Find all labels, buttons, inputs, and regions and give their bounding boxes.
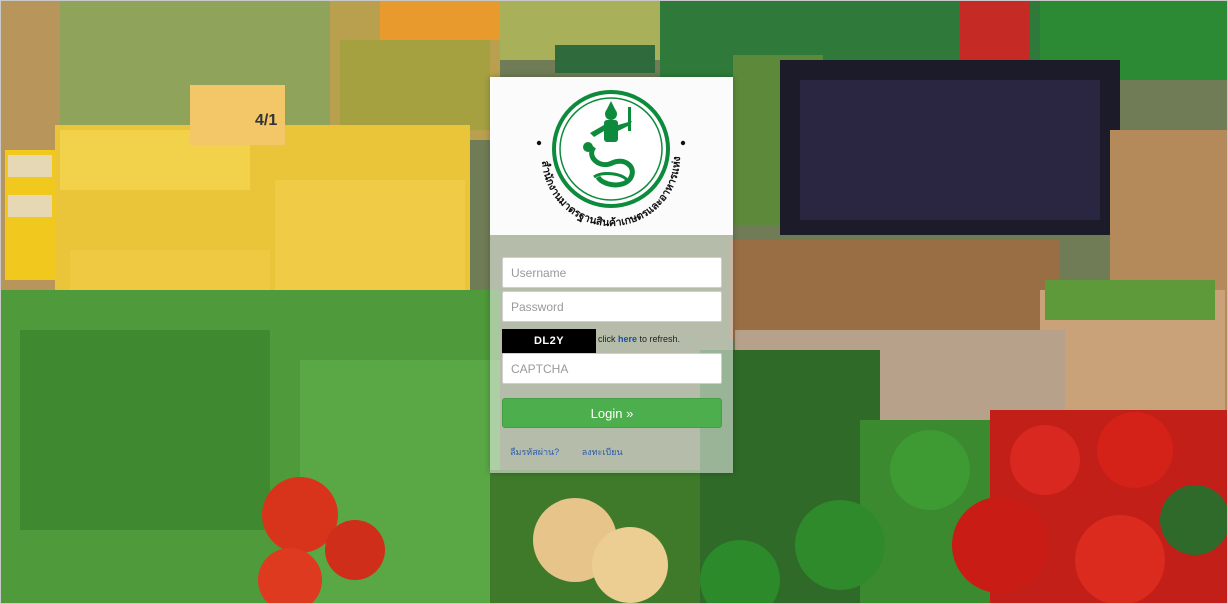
logo-area: สำนักงานมาตรฐานสินค้าเกษตรและอาหารแห่งชา… [486, 68, 733, 235]
captcha-note-suffix: to refresh. [637, 334, 681, 344]
forgot-password-link[interactable]: ลืมรหัสผ่าน? [510, 447, 559, 457]
register-link[interactable]: ลงทะเบียน [582, 447, 623, 457]
auth-links: ลืมรหัสผ่าน? ลงทะเบียน [510, 445, 643, 459]
captcha-image: DL2Y [502, 329, 596, 353]
captcha-input[interactable] [502, 353, 722, 384]
captcha-refresh-note: click here to refresh. [598, 334, 680, 344]
login-panel: สำนักงานมาตรฐานสินค้าเกษตรและอาหารแห่งชา… [486, 68, 733, 473]
agency-logo: สำนักงานมาตรฐานสินค้าเกษตรและอาหารแห่งชา… [486, 68, 686, 229]
login-button[interactable]: Login » [502, 398, 722, 428]
captcha-note-prefix: click [598, 334, 618, 344]
captcha-refresh-link[interactable]: here [618, 334, 637, 344]
username-input[interactable] [502, 257, 722, 288]
password-input[interactable] [502, 291, 722, 322]
lemon-price-sign: 4/1 [255, 112, 277, 129]
captcha-row: DL2Y click here to refresh. [502, 329, 722, 353]
